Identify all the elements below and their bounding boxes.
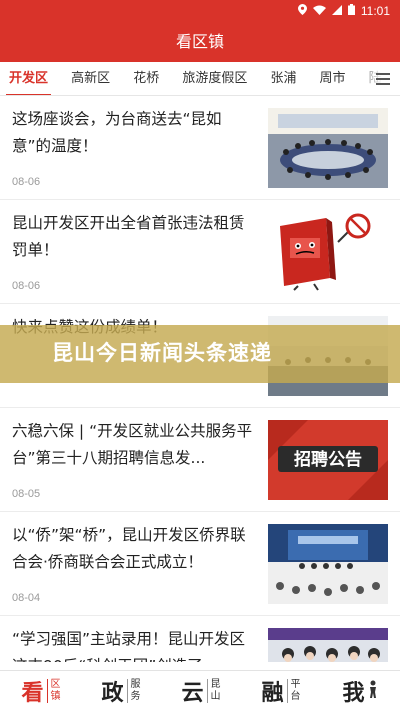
tab-zhangpu[interactable]: 张浦 bbox=[261, 62, 305, 95]
news-title: “学习强国”主站录用！昆山开发区这支90后“科创天团”创造了 bbox=[12, 630, 246, 662]
news-item[interactable]: 六稳六保 | “开发区就业公共服务平台”第三十八期招聘信息发... 08-05 … bbox=[0, 408, 400, 512]
bottom-nav: 看 区镇 政 服务 云 昆山 融 平台 我 bbox=[0, 670, 400, 710]
news-item[interactable]: 以“侨”架“桥”，昆山开发区侨界联合会·侨商联合会正式成立！ 08-04 bbox=[0, 512, 400, 616]
signal-icon bbox=[331, 4, 342, 18]
news-item[interactable]: 这场座谈会，为台商送去“昆如意”的温度！ 08-06 bbox=[0, 96, 400, 200]
nav-rong-pingtai[interactable]: 融 平台 bbox=[240, 671, 320, 710]
penalty-book-cartoon bbox=[268, 212, 388, 292]
group-photo bbox=[268, 628, 388, 662]
nav-wo[interactable]: 我 bbox=[320, 671, 400, 710]
tab-lvyoudujiaqu[interactable]: 旅游度假区 bbox=[173, 62, 256, 95]
nav-kan-quzhen[interactable]: 看 区镇 bbox=[0, 671, 80, 710]
news-date: 08-06 bbox=[12, 176, 41, 188]
tab-huaqiao[interactable]: 花桥 bbox=[124, 62, 168, 95]
news-date: 08-05 bbox=[12, 488, 41, 500]
battery-icon bbox=[347, 4, 355, 18]
news-date: 08-04 bbox=[12, 592, 41, 604]
headline-banner: 昆山今日新闻头条速递 bbox=[0, 325, 400, 383]
nav-big-char: 政 bbox=[101, 679, 124, 706]
news-title: 这场座谈会，为台商送去“昆如意”的温度！ bbox=[12, 110, 222, 155]
headline-banner-text: 昆山今日新闻头条速递 bbox=[52, 341, 272, 365]
clock: 11:01 bbox=[360, 4, 390, 18]
news-date: 08-06 bbox=[12, 280, 41, 292]
recruitment-banner-text: 招聘公告 bbox=[294, 449, 362, 470]
nav-small-label: 服务 bbox=[126, 678, 141, 703]
news-item[interactable]: 昆山开发区开出全省首张违法租赁罚单！ 08-06 bbox=[0, 200, 400, 304]
ceremony-stage-photo bbox=[268, 524, 388, 604]
nav-small-label: 区镇 bbox=[46, 678, 61, 703]
location-icon bbox=[297, 4, 307, 18]
news-item[interactable]: “学习强国”主站录用！昆山开发区这支90后“科创天团”创造了 bbox=[0, 616, 400, 662]
category-tabs: 开发区 高新区 花桥 旅游度假区 张浦 周市 陆家 bbox=[0, 62, 400, 96]
recruitment-banner: 招聘公告 bbox=[268, 420, 388, 500]
conference-room-photo bbox=[268, 108, 388, 188]
nav-zheng-fuwu[interactable]: 政 服务 bbox=[80, 671, 160, 710]
nav-big-char: 看 bbox=[21, 679, 44, 706]
nav-yun-kunshan[interactable]: 云 昆山 bbox=[160, 671, 240, 710]
nav-small-label: 平台 bbox=[286, 678, 301, 703]
nav-big-char: 融 bbox=[261, 679, 284, 706]
nav-big-char: 我 bbox=[342, 679, 365, 706]
news-title: 以“侨”架“桥”，昆山开发区侨界联合会·侨商联合会正式成立！ bbox=[12, 526, 246, 571]
wifi-icon bbox=[312, 5, 326, 18]
person-icon bbox=[368, 680, 378, 702]
tab-kaifaqu[interactable]: 开发区 bbox=[0, 62, 57, 95]
more-tabs-icon[interactable] bbox=[376, 73, 390, 88]
tab-gaoxinqu[interactable]: 高新区 bbox=[62, 62, 119, 95]
nav-small-label: 昆山 bbox=[206, 678, 221, 703]
news-title: 昆山开发区开出全省首张违法租赁罚单！ bbox=[12, 214, 245, 259]
nav-big-char: 云 bbox=[181, 679, 204, 706]
news-title: 六稳六保 | “开发区就业公共服务平台”第三十八期招聘信息发... bbox=[12, 422, 253, 467]
tab-zhoushi[interactable]: 周市 bbox=[311, 62, 355, 95]
status-bar: 11:01 bbox=[0, 0, 400, 22]
app-title: 看区镇 bbox=[0, 22, 400, 62]
